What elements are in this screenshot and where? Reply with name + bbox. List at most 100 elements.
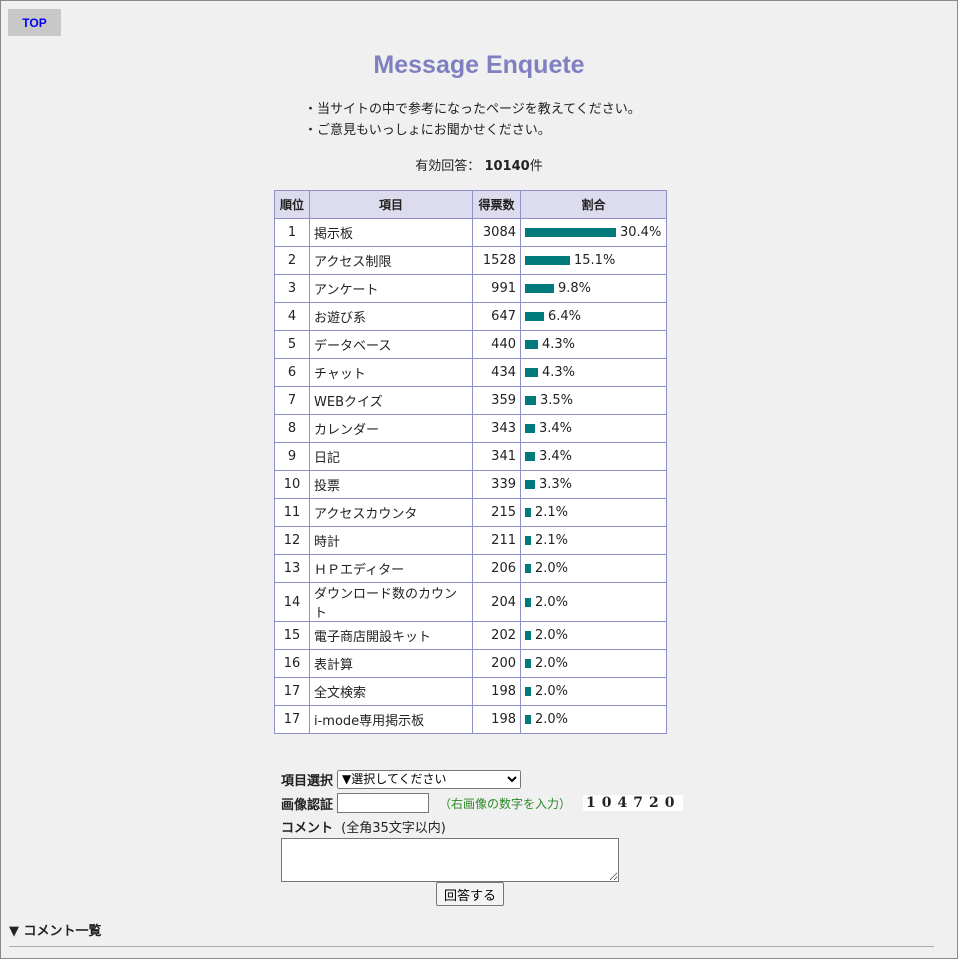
item-cell: カレンダー [309, 414, 473, 443]
ratio-bar [525, 340, 538, 349]
rank-cell: 1 [274, 218, 310, 247]
ratio-bar [525, 508, 531, 517]
ratio-bar [525, 659, 531, 668]
item-cell: アンケート [309, 274, 473, 303]
table-row: 12 時計 211 2.1% [274, 526, 667, 555]
item-cell: チャット [309, 358, 473, 387]
item-cell: アクセス制限 [309, 246, 473, 275]
table-row: 10 投票 339 3.3% [274, 470, 667, 499]
ratio-bar [525, 396, 536, 405]
ratio-bar [525, 597, 531, 607]
ratio-percent: 2.0% [535, 712, 569, 727]
ratio-cell: 4.3% [520, 358, 667, 387]
ratio-percent: 2.1% [535, 533, 569, 548]
ratio-bar [525, 715, 531, 724]
votes-cell: 198 [472, 705, 521, 734]
comment-note: (全角35文字以内) [341, 821, 446, 836]
rank-cell: 8 [274, 414, 310, 443]
votes-cell: 1528 [472, 246, 521, 275]
ratio-bar [525, 256, 570, 265]
total-count: 10140 [484, 159, 530, 174]
ratio-cell: 4.3% [520, 330, 667, 359]
top-link-button[interactable]: TOP [8, 9, 61, 36]
ratio-cell: 2.0% [520, 582, 667, 622]
item-cell: 表計算 [309, 649, 473, 678]
ratio-cell: 2.1% [520, 526, 667, 555]
header-votes: 得票数 [472, 190, 521, 219]
votes-cell: 343 [472, 414, 521, 443]
votes-cell: 341 [472, 442, 521, 471]
votes-cell: 204 [472, 582, 521, 622]
votes-cell: 440 [472, 330, 521, 359]
comment-textarea[interactable] [281, 838, 619, 882]
ratio-percent: 4.3% [542, 365, 576, 380]
votes-cell: 647 [472, 302, 521, 331]
ratio-percent: 2.1% [535, 505, 569, 520]
item-cell: 日記 [309, 442, 473, 471]
ratio-bar [525, 480, 535, 489]
rank-cell: 17 [274, 677, 310, 706]
table-row: 15 電子商店開設キット 202 2.0% [274, 621, 667, 650]
ratio-percent: 2.0% [535, 628, 569, 643]
ratio-percent: 9.8% [558, 281, 592, 296]
votes-cell: 200 [472, 649, 521, 678]
intro-line: ・当サイトの中で参考になったページを教えてください。 [304, 102, 641, 117]
comment-label: コメント [281, 821, 334, 836]
item-cell: アクセスカウンタ [309, 498, 473, 527]
vote-form: 項目選択 ▼選択してください 画像認証 （右画像の数字を入力） 104720 コ… [281, 767, 684, 882]
page-title: Message Enquete [373, 51, 585, 79]
ratio-percent: 4.3% [542, 337, 576, 352]
votes-cell: 211 [472, 526, 521, 555]
item-select[interactable]: ▼選択してください [337, 769, 522, 789]
rank-cell: 4 [274, 302, 310, 331]
ratio-percent: 30.4% [620, 225, 662, 240]
item-cell: 時計 [309, 526, 473, 555]
table-row: 13 ＨＰエディター 206 2.0% [274, 554, 667, 583]
total-label: 有効回答： [415, 159, 481, 174]
rank-cell: 3 [274, 274, 310, 303]
ratio-percent: 2.0% [535, 684, 569, 699]
ratio-percent: 3.3% [539, 477, 573, 492]
ratio-bar [525, 228, 616, 237]
submit-button[interactable]: 回答する [436, 882, 504, 906]
votes-cell: 434 [472, 358, 521, 387]
captcha-input[interactable] [337, 793, 430, 813]
ratio-cell: 3.5% [520, 386, 667, 415]
item-cell: 掲示板 [309, 218, 473, 247]
header-ratio: 割合 [520, 190, 667, 219]
ratio-bar [525, 452, 535, 461]
header-rank: 順位 [274, 190, 310, 219]
ratio-cell: 30.4% [520, 218, 667, 247]
rank-cell: 12 [274, 526, 310, 555]
votes-cell: 198 [472, 677, 521, 706]
table-row: 17 全文検索 198 2.0% [274, 677, 667, 706]
votes-cell: 215 [472, 498, 521, 527]
ratio-bar [525, 312, 544, 321]
rank-cell: 9 [274, 442, 310, 471]
rank-cell: 7 [274, 386, 310, 415]
ratio-cell: 2.0% [520, 649, 667, 678]
table-row: 7 WEBクイズ 359 3.5% [274, 386, 667, 415]
table-row: 4 お遊び系 647 6.4% [274, 302, 667, 331]
ratio-cell: 3.3% [520, 470, 667, 499]
table-row: 9 日記 341 3.4% [274, 442, 667, 471]
ratio-cell: 15.1% [520, 246, 667, 275]
item-cell: 電子商店開設キット [309, 621, 473, 650]
divider [9, 946, 934, 947]
table-row: 11 アクセスカウンタ 215 2.1% [274, 498, 667, 527]
results-table: 順位 項目 得票数 割合 1 掲示板 3084 30.4% 2 アクセス制限 1528 15.… [274, 190, 667, 734]
votes-cell: 359 [472, 386, 521, 415]
ratio-percent: 6.4% [548, 309, 582, 324]
ratio-bar [525, 564, 531, 573]
votes-cell: 339 [472, 470, 521, 499]
comments-heading: ▼ コメント一覧 [9, 924, 102, 939]
ratio-percent: 3.4% [539, 421, 573, 436]
votes-cell: 991 [472, 274, 521, 303]
rank-cell: 5 [274, 330, 310, 359]
rank-cell: 16 [274, 649, 310, 678]
ratio-bar [525, 284, 554, 293]
ratio-cell: 2.0% [520, 677, 667, 706]
votes-cell: 3084 [472, 218, 521, 247]
ratio-percent: 3.5% [540, 393, 574, 408]
captcha-hint: （右画像の数字を入力） [439, 796, 572, 811]
